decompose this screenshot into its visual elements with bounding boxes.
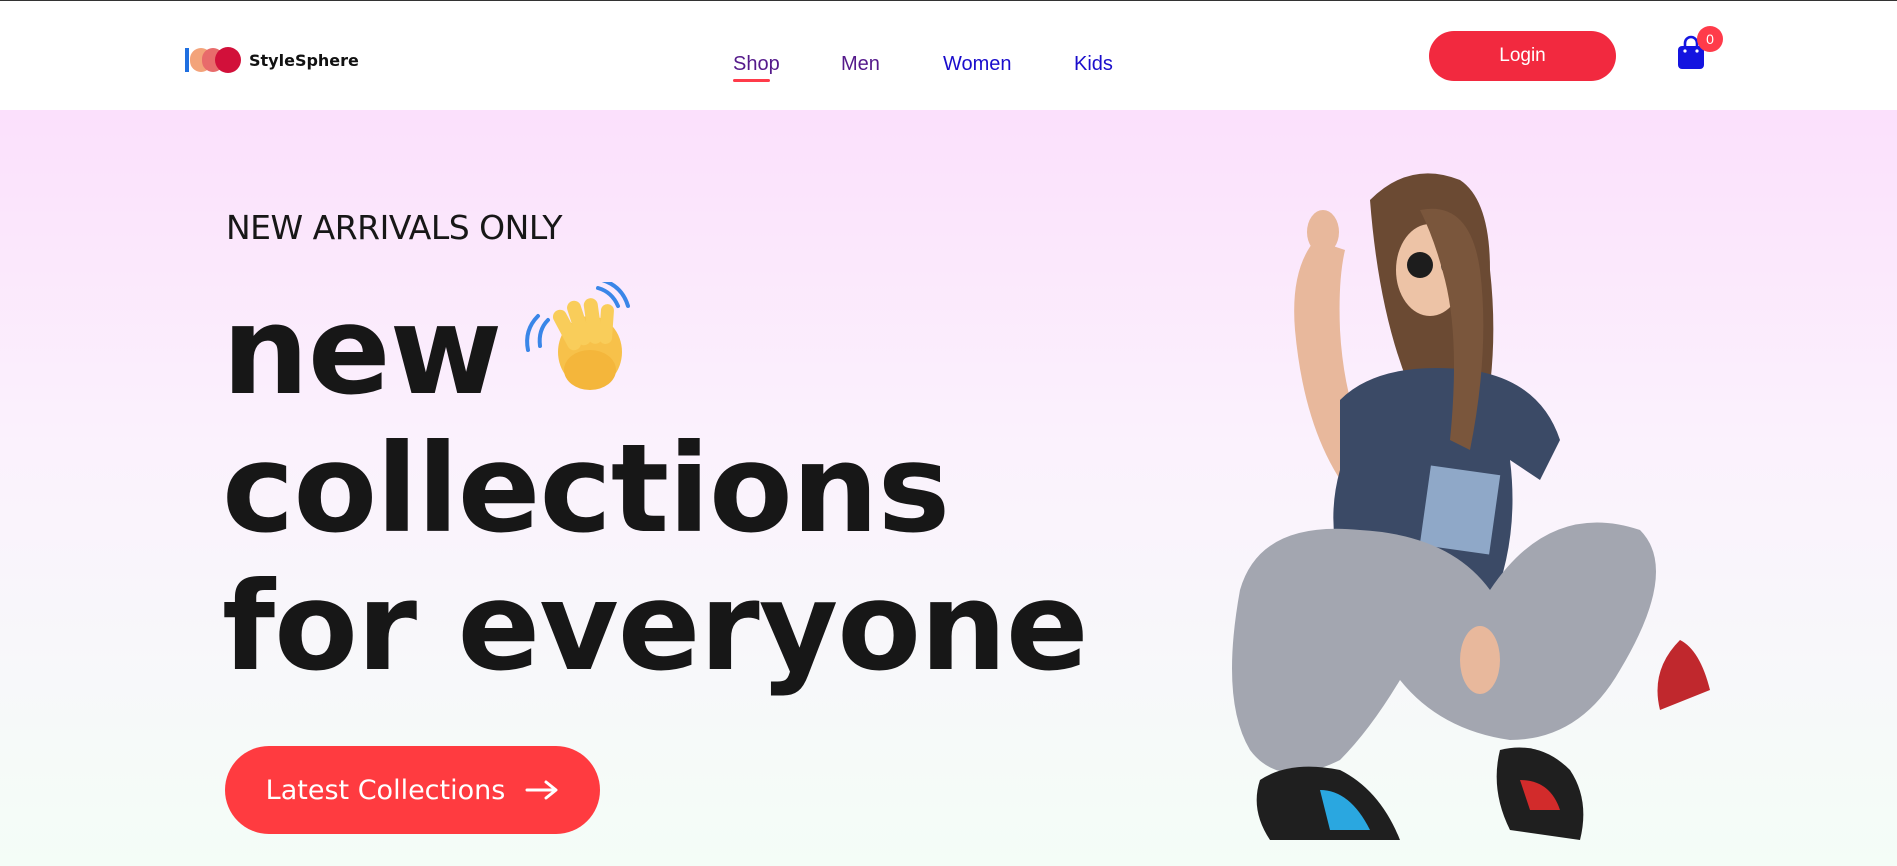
nav-item-women[interactable]: Women bbox=[943, 53, 1012, 76]
waving-hand-icon bbox=[525, 282, 630, 390]
nav-item-shop[interactable]: Shop bbox=[733, 53, 780, 76]
arrow-right-icon bbox=[525, 780, 558, 800]
hero-headline-line3: for everyone bbox=[222, 556, 1089, 698]
hero-section: NEW ARRIVALS ONLY new collections for ev… bbox=[0, 110, 1897, 866]
nav-item-men[interactable]: Men bbox=[841, 53, 880, 76]
brand-logo[interactable]: StyleSphere bbox=[185, 46, 359, 74]
site-header: StyleSphere Shop Men Women Kids Login 0 bbox=[0, 1, 1897, 110]
hero-model-image bbox=[1232, 173, 1710, 840]
cart-count-badge: 0 bbox=[1697, 26, 1723, 52]
nav-active-indicator bbox=[733, 79, 770, 82]
brand-name: StyleSphere bbox=[249, 50, 359, 70]
hero-headline-line2: collections bbox=[222, 418, 950, 560]
login-button[interactable]: Login bbox=[1429, 31, 1616, 81]
latest-collections-button[interactable]: Latest Collections bbox=[225, 746, 600, 834]
nav-item-kids[interactable]: Kids bbox=[1074, 53, 1113, 76]
logo-mark-icon bbox=[185, 46, 243, 74]
hero-headline-line1: new bbox=[222, 280, 502, 422]
cta-label: Latest Collections bbox=[265, 774, 506, 806]
hero-eyebrow: NEW ARRIVALS ONLY bbox=[226, 208, 563, 247]
